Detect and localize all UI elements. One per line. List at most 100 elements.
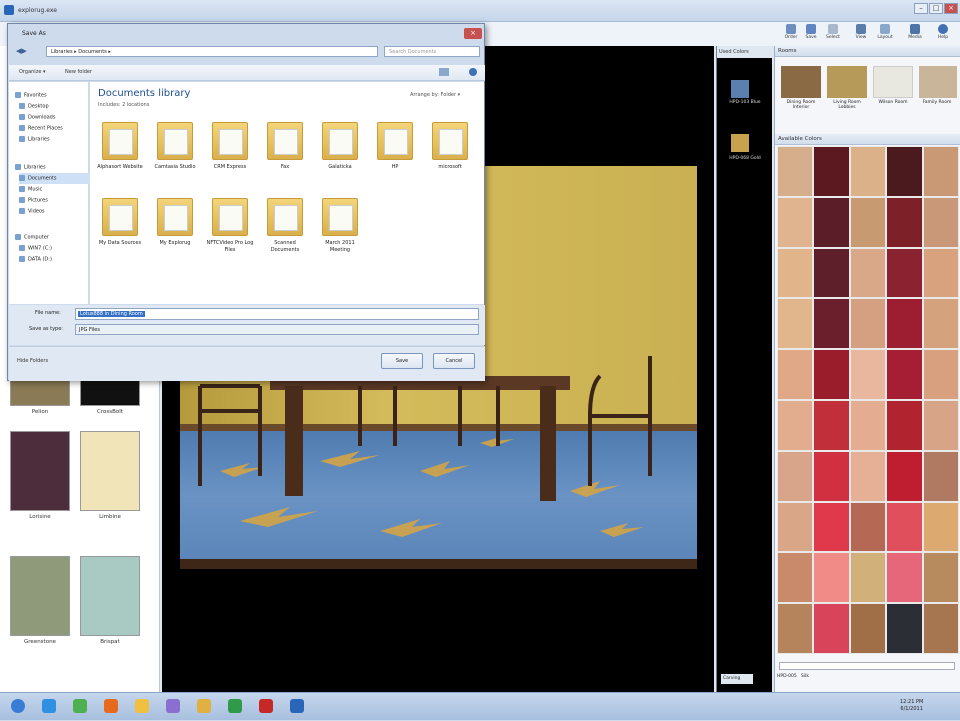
color-swatch[interactable]	[777, 146, 814, 197]
color-swatch[interactable]	[777, 349, 814, 400]
color-swatch[interactable]	[922, 603, 959, 654]
minimize-button[interactable]: –	[914, 3, 928, 14]
used-color-swatch[interactable]	[731, 80, 749, 98]
color-swatch[interactable]	[922, 298, 959, 350]
color-swatch[interactable]	[849, 501, 887, 553]
folder-item[interactable]: microsoft	[426, 122, 474, 188]
color-swatch[interactable]	[813, 298, 850, 350]
color-swatch[interactable]	[886, 298, 923, 350]
folder-item[interactable]: Galaticka	[316, 122, 364, 188]
color-swatch[interactable]	[922, 349, 959, 400]
carving-tab[interactable]: Carving	[721, 674, 753, 684]
color-swatch[interactable]	[813, 196, 850, 248]
color-swatch[interactable]	[922, 247, 959, 299]
color-swatch[interactable]	[922, 552, 959, 604]
maximize-button[interactable]: □	[929, 3, 943, 14]
color-swatch[interactable]	[777, 603, 814, 654]
start-orb-icon[interactable]	[4, 695, 32, 718]
search-input[interactable]: Search Documents	[384, 46, 480, 57]
design-tile[interactable]: Limbine	[80, 431, 140, 531]
color-swatch[interactable]	[777, 247, 814, 299]
ie-icon[interactable]	[35, 695, 63, 718]
color-swatch[interactable]	[886, 603, 923, 654]
nav-item[interactable]: Videos	[19, 206, 99, 217]
room-thumbnail[interactable]	[919, 66, 957, 98]
explorug-icon[interactable]	[283, 695, 311, 718]
color-swatch[interactable]	[849, 450, 887, 502]
close-button[interactable]: ×	[944, 3, 958, 14]
nav-item[interactable]: Computer	[15, 232, 95, 243]
color-swatch[interactable]	[922, 450, 959, 502]
color-swatch[interactable]	[777, 552, 814, 604]
nav-item[interactable]: WIN7 (C:)	[19, 243, 99, 254]
color-swatch[interactable]	[777, 298, 814, 350]
color-swatch[interactable]	[849, 349, 887, 400]
folder-icon[interactable]	[190, 695, 218, 718]
folder-item[interactable]: My Explorug	[151, 198, 199, 264]
nav-item[interactable]: Downloads	[19, 112, 99, 123]
save-button[interactable]: Save	[381, 353, 423, 369]
arrange-by-dropdown[interactable]: Arrange by: Folder ▾	[410, 92, 460, 98]
view-menu-icon[interactable]	[439, 68, 449, 76]
address-bar[interactable]: Libraries ▸ Documents ▸	[46, 46, 378, 57]
ribbon-media-button[interactable]: Media	[904, 24, 926, 45]
color-swatch[interactable]	[777, 501, 814, 553]
folder-item[interactable]: My Data Sources	[96, 198, 144, 264]
organize-button[interactable]: Organize ▾	[19, 69, 46, 75]
color-swatch[interactable]	[886, 501, 923, 553]
color-swatch[interactable]	[813, 603, 850, 654]
folder-item[interactable]: Alphasort Website	[96, 122, 144, 188]
color-swatch[interactable]	[886, 146, 923, 197]
new-folder-button[interactable]: New folder	[65, 69, 92, 75]
library-subtitle[interactable]: Includes: 2 locations	[98, 102, 149, 108]
color-swatch[interactable]	[849, 196, 887, 248]
folder-item[interactable]: NFTCVideo Pro Log Files	[206, 198, 254, 264]
folder-item[interactable]: Camtasia Studio	[151, 122, 199, 188]
nav-item[interactable]: Pictures	[19, 195, 99, 206]
nav-item[interactable]: DATA (D:)	[19, 254, 99, 265]
folder-item[interactable]: Scanned Documents	[261, 198, 309, 264]
excel-icon[interactable]	[221, 695, 249, 718]
design-tile[interactable]: Greenstone	[10, 556, 70, 656]
ribbon-view-button[interactable]: View	[850, 24, 872, 45]
color-swatch[interactable]	[886, 450, 923, 502]
color-swatch[interactable]	[813, 501, 850, 553]
media-icon[interactable]	[159, 695, 187, 718]
acrobat-icon[interactable]	[252, 695, 280, 718]
nav-item[interactable]: Libraries	[15, 162, 95, 173]
color-swatch[interactable]	[849, 399, 887, 451]
cancel-button[interactable]: Cancel	[433, 353, 475, 369]
nav-item[interactable]: Recent Places	[19, 123, 99, 134]
color-swatch[interactable]	[849, 247, 887, 299]
folder-item[interactable]: CRM Express	[206, 122, 254, 188]
color-swatch[interactable]	[849, 146, 887, 197]
color-swatch[interactable]	[813, 247, 850, 299]
color-swatch[interactable]	[813, 399, 850, 451]
room-thumbnail[interactable]	[781, 66, 821, 98]
color-swatch[interactable]	[777, 399, 814, 451]
hide-folders-toggle[interactable]: Hide Folders	[17, 358, 48, 364]
color-swatch[interactable]	[922, 501, 959, 553]
color-swatch[interactable]	[813, 450, 850, 502]
color-swatch[interactable]	[813, 349, 850, 400]
color-swatch[interactable]	[886, 196, 923, 248]
ribbon-layout-button[interactable]: Layout	[874, 24, 896, 45]
ribbon-help-button[interactable]: Help	[932, 24, 954, 45]
dialog-close-button[interactable]: ×	[464, 28, 482, 39]
ribbon-select-button[interactable]: Select	[822, 24, 844, 45]
color-swatch[interactable]	[922, 399, 959, 451]
color-swatch[interactable]	[886, 399, 923, 451]
firefox-icon[interactable]	[97, 695, 125, 718]
color-swatch[interactable]	[849, 298, 887, 350]
color-swatch[interactable]	[886, 349, 923, 400]
color-slider[interactable]	[779, 662, 955, 670]
color-swatch[interactable]	[886, 247, 923, 299]
clock[interactable]: 12:21 PM 6/1/2011	[900, 699, 923, 713]
ribbon-order-button[interactable]: Order	[780, 24, 802, 45]
color-swatch[interactable]	[777, 196, 814, 248]
used-color-swatch[interactable]	[731, 134, 749, 152]
color-swatch[interactable]	[922, 196, 959, 248]
design-tile[interactable]: Brispat	[80, 556, 140, 656]
color-swatch[interactable]	[849, 603, 887, 654]
chrome-icon[interactable]	[66, 695, 94, 718]
